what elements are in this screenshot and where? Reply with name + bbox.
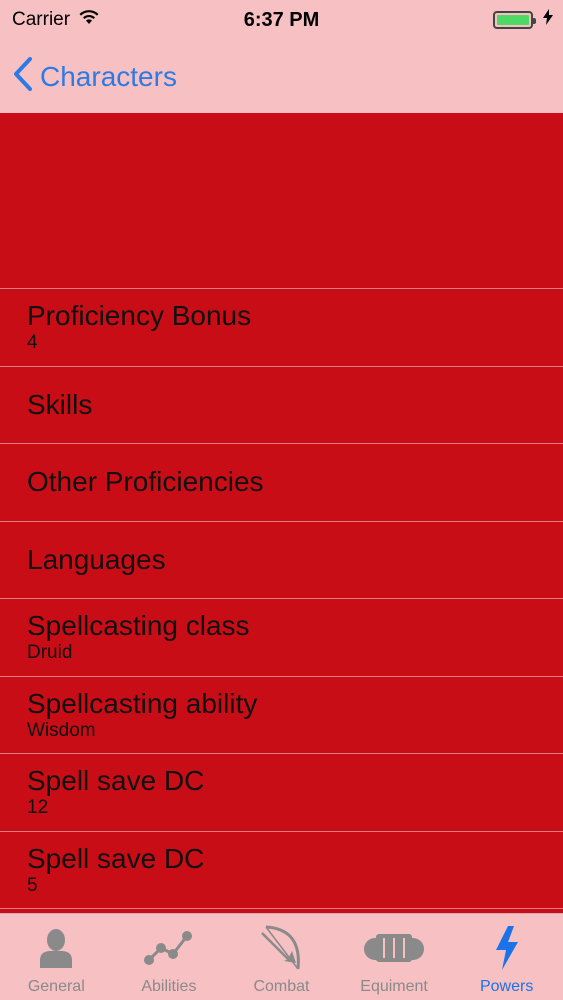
list-item-skills[interactable]: Skills — [0, 367, 563, 444]
tab-label: Powers — [479, 978, 534, 995]
battery-icon — [493, 11, 536, 29]
bow-icon — [258, 922, 304, 974]
tab-label: General — [27, 978, 85, 995]
list-item-spell-save-dc-2[interactable]: Spell save DC 5 — [0, 832, 563, 909]
tab-equiment[interactable]: Equiment — [338, 914, 451, 1000]
back-button-label: Characters — [40, 60, 177, 92]
list-item-subtitle: Wisdom — [27, 719, 96, 741]
tab-abilities[interactable]: Abilities — [113, 914, 226, 1000]
tab-general[interactable]: General — [0, 914, 113, 1000]
list-item-other-proficiencies[interactable]: Other Proficiencies — [0, 444, 563, 522]
list-item-proficiency-bonus[interactable]: Proficiency Bonus 4 — [0, 289, 563, 367]
lightning-icon — [494, 922, 520, 974]
powers-list: Proficiency Bonus 4 Skills Other Profici… — [0, 113, 563, 913]
list-item-title: Proficiency Bonus — [27, 300, 252, 332]
tab-bar: General Abilities Combat Equiment Powers — [0, 913, 563, 1000]
status-bar: Carrier 6:37 PM — [0, 0, 563, 40]
list-item-spellcasting-class[interactable]: Spellcasting class Druid — [0, 599, 563, 677]
tab-powers[interactable]: Powers — [450, 914, 563, 1000]
list-header — [0, 113, 563, 289]
armor-icon — [362, 922, 426, 974]
list-item-subtitle: Druid — [27, 642, 73, 664]
navigation-bar: Characters — [0, 40, 563, 113]
wifi-icon — [78, 9, 100, 31]
list-item-title: Spellcasting ability — [27, 687, 258, 719]
list-item-spell-save-dc[interactable]: Spell save DC 12 — [0, 754, 563, 832]
person-icon — [39, 922, 73, 974]
graph-icon — [143, 922, 195, 974]
list-item-title: Spell save DC — [27, 842, 205, 874]
status-right — [493, 9, 553, 31]
list-item-subtitle: 4 — [27, 332, 38, 354]
list-item-title: Spellcasting class — [27, 610, 250, 642]
list-item-subtitle: 5 — [27, 874, 38, 896]
list-item-title: Skills — [27, 388, 93, 420]
status-left: Carrier — [12, 9, 100, 31]
chevron-left-icon — [12, 56, 34, 97]
list-item-title: Languages — [27, 543, 166, 575]
tab-combat[interactable]: Combat — [225, 914, 338, 1000]
list-item-spellcasting-ability[interactable]: Spellcasting ability Wisdom — [0, 677, 563, 754]
carrier-label: Carrier — [12, 9, 71, 30]
list-item-title: Spell save DC — [27, 765, 205, 797]
tab-label: Abilities — [141, 978, 197, 995]
list-item-subtitle: 12 — [27, 797, 49, 819]
tab-label: Combat — [253, 978, 310, 995]
charging-icon — [543, 9, 553, 31]
tab-label: Equiment — [360, 978, 428, 995]
list-item-title: Other Proficiencies — [27, 466, 264, 498]
back-button[interactable]: Characters — [12, 56, 177, 97]
list-item-languages[interactable]: Languages — [0, 522, 563, 599]
